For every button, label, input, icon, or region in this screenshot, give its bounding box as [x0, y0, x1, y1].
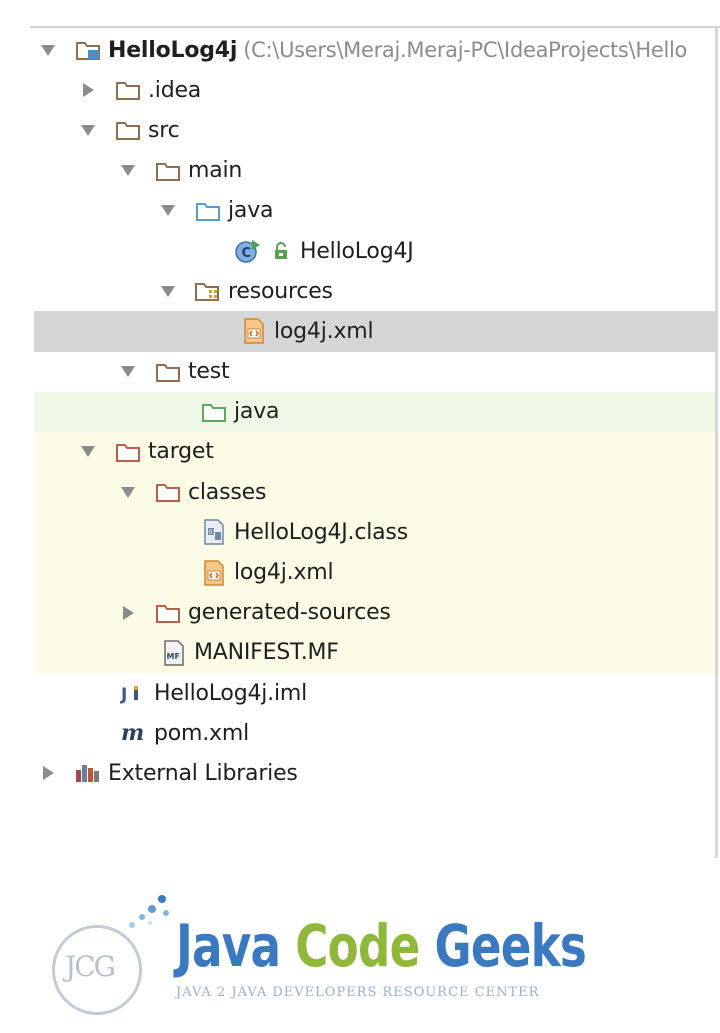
tree-node-label: src: [148, 117, 180, 143]
tree-node-hellolog4j-class[interactable]: C HelloLog4J: [34, 231, 715, 271]
tree-node-hellolog4j-class-file[interactable]: 01 HelloLog4J.class: [34, 512, 715, 553]
tree-node-label: generated-sources: [188, 600, 391, 626]
manifest-file-icon: MF: [160, 640, 188, 666]
folder-icon: [114, 77, 142, 103]
tree-node-label: target: [148, 439, 214, 465]
resources-folder-icon: [194, 278, 222, 304]
tree-node-label: .idea: [148, 77, 202, 103]
folder-icon: [114, 117, 142, 143]
jcg-logo-icon: JCG: [52, 925, 142, 1015]
tree-node-resources[interactable]: resources: [34, 271, 715, 311]
tree-node-manifest[interactable]: MF MANIFEST.MF: [34, 632, 715, 673]
expand-arrow-icon[interactable]: [160, 203, 176, 219]
tree-node-external-libraries[interactable]: External Libraries: [34, 753, 715, 793]
expand-arrow-icon[interactable]: [40, 42, 56, 58]
expand-arrow-icon[interactable]: [120, 484, 136, 500]
tree-node-test[interactable]: test: [34, 352, 715, 392]
panel-top-border: [30, 26, 720, 28]
svg-text:m: m: [121, 722, 144, 744]
excluded-folder-icon: [154, 479, 182, 505]
project-path: (C:\Users\Meraj.Meraj-PC\IdeaProjects\He…: [243, 38, 688, 63]
java-class-run-icon: C: [234, 238, 262, 264]
watermark-subtitle: JAVA 2 JAVA DEVELOPERS RESOURCE CENTER: [176, 985, 540, 1000]
test-source-folder-icon: [200, 399, 228, 425]
java-code-geeks-watermark: JCG Java Code Geeks JAVA 2 JAVA DEVELOPE…: [34, 885, 587, 1015]
svg-text:01: 01: [209, 529, 217, 536]
tree-node-iml[interactable]: J HelloLog4j.iml: [34, 673, 715, 713]
tree-node-label: classes: [188, 479, 267, 505]
tree-node-label: pom.xml: [154, 720, 250, 746]
svg-text:J: J: [120, 685, 127, 704]
xml-file-icon: [200, 559, 228, 586]
xml-file-icon: [240, 318, 268, 345]
expand-arrow-icon[interactable]: [120, 605, 136, 621]
watermark-title: Java Code Geeks: [176, 912, 587, 980]
tree-node-label: External Libraries: [108, 760, 298, 786]
tree-node-label: MANIFEST.MF: [194, 640, 339, 666]
excluded-folder-icon: [154, 600, 182, 626]
tree-node-classes[interactable]: classes: [34, 472, 715, 513]
tree-node-label: java: [228, 198, 274, 224]
tree-node-main-java[interactable]: java: [34, 191, 715, 231]
project-name: HelloLog4j: [108, 37, 238, 63]
tree-node-pom[interactable]: m pom.xml: [34, 713, 715, 753]
source-folder-icon: [194, 198, 222, 224]
tree-node-idea[interactable]: .idea: [34, 70, 715, 110]
project-tree: HelloLog4j (C:\Users\Meraj.Meraj-PC\Idea…: [34, 30, 715, 794]
svg-text:MF: MF: [167, 652, 180, 661]
tree-node-label: HelloLog4J: [300, 238, 414, 264]
tree-node-label: main: [188, 158, 243, 184]
tree-node-log4j-xml-selected[interactable]: log4j.xml: [34, 311, 715, 352]
expand-arrow-icon[interactable]: [80, 82, 96, 98]
class-file-icon: 01: [200, 519, 228, 546]
lock-icon: [268, 238, 294, 264]
expand-arrow-icon[interactable]: [40, 765, 56, 781]
tree-node-test-java[interactable]: java: [34, 391, 715, 432]
tree-node-src[interactable]: src: [34, 110, 715, 150]
tree-node-label: resources: [228, 278, 333, 304]
svg-text:C: C: [242, 246, 252, 261]
tree-node-target[interactable]: target: [34, 431, 715, 473]
expand-arrow-icon[interactable]: [120, 163, 136, 179]
tree-node-target-log4j-xml[interactable]: log4j.xml: [34, 552, 715, 593]
library-icon: [74, 760, 102, 786]
project-folder-icon: [74, 37, 102, 63]
panel-scrollbar-edge: [715, 28, 718, 858]
expand-arrow-icon[interactable]: [80, 122, 96, 138]
tree-node-label: java: [234, 399, 280, 425]
tree-node-generated-sources[interactable]: generated-sources: [34, 592, 715, 633]
tree-node-label: test: [188, 359, 230, 385]
tree-node-main[interactable]: main: [34, 151, 715, 191]
tree-node-label: log4j.xml: [274, 318, 374, 344]
folder-icon: [154, 359, 182, 385]
expand-arrow-icon[interactable]: [120, 364, 136, 380]
folder-icon: [154, 158, 182, 184]
tree-node-label: log4j.xml: [234, 560, 334, 586]
expand-arrow-icon[interactable]: [160, 283, 176, 299]
iml-module-icon: J: [120, 680, 148, 706]
maven-pom-icon: m: [120, 720, 148, 746]
expand-arrow-icon[interactable]: [80, 444, 96, 460]
logo-dots-icon: [129, 895, 169, 928]
tree-node-project-root[interactable]: HelloLog4j (C:\Users\Meraj.Meraj-PC\Idea…: [34, 30, 715, 70]
tree-node-label: HelloLog4j.iml: [154, 680, 308, 706]
tree-node-label: HelloLog4J.class: [234, 519, 408, 545]
excluded-folder-icon: [114, 439, 142, 465]
